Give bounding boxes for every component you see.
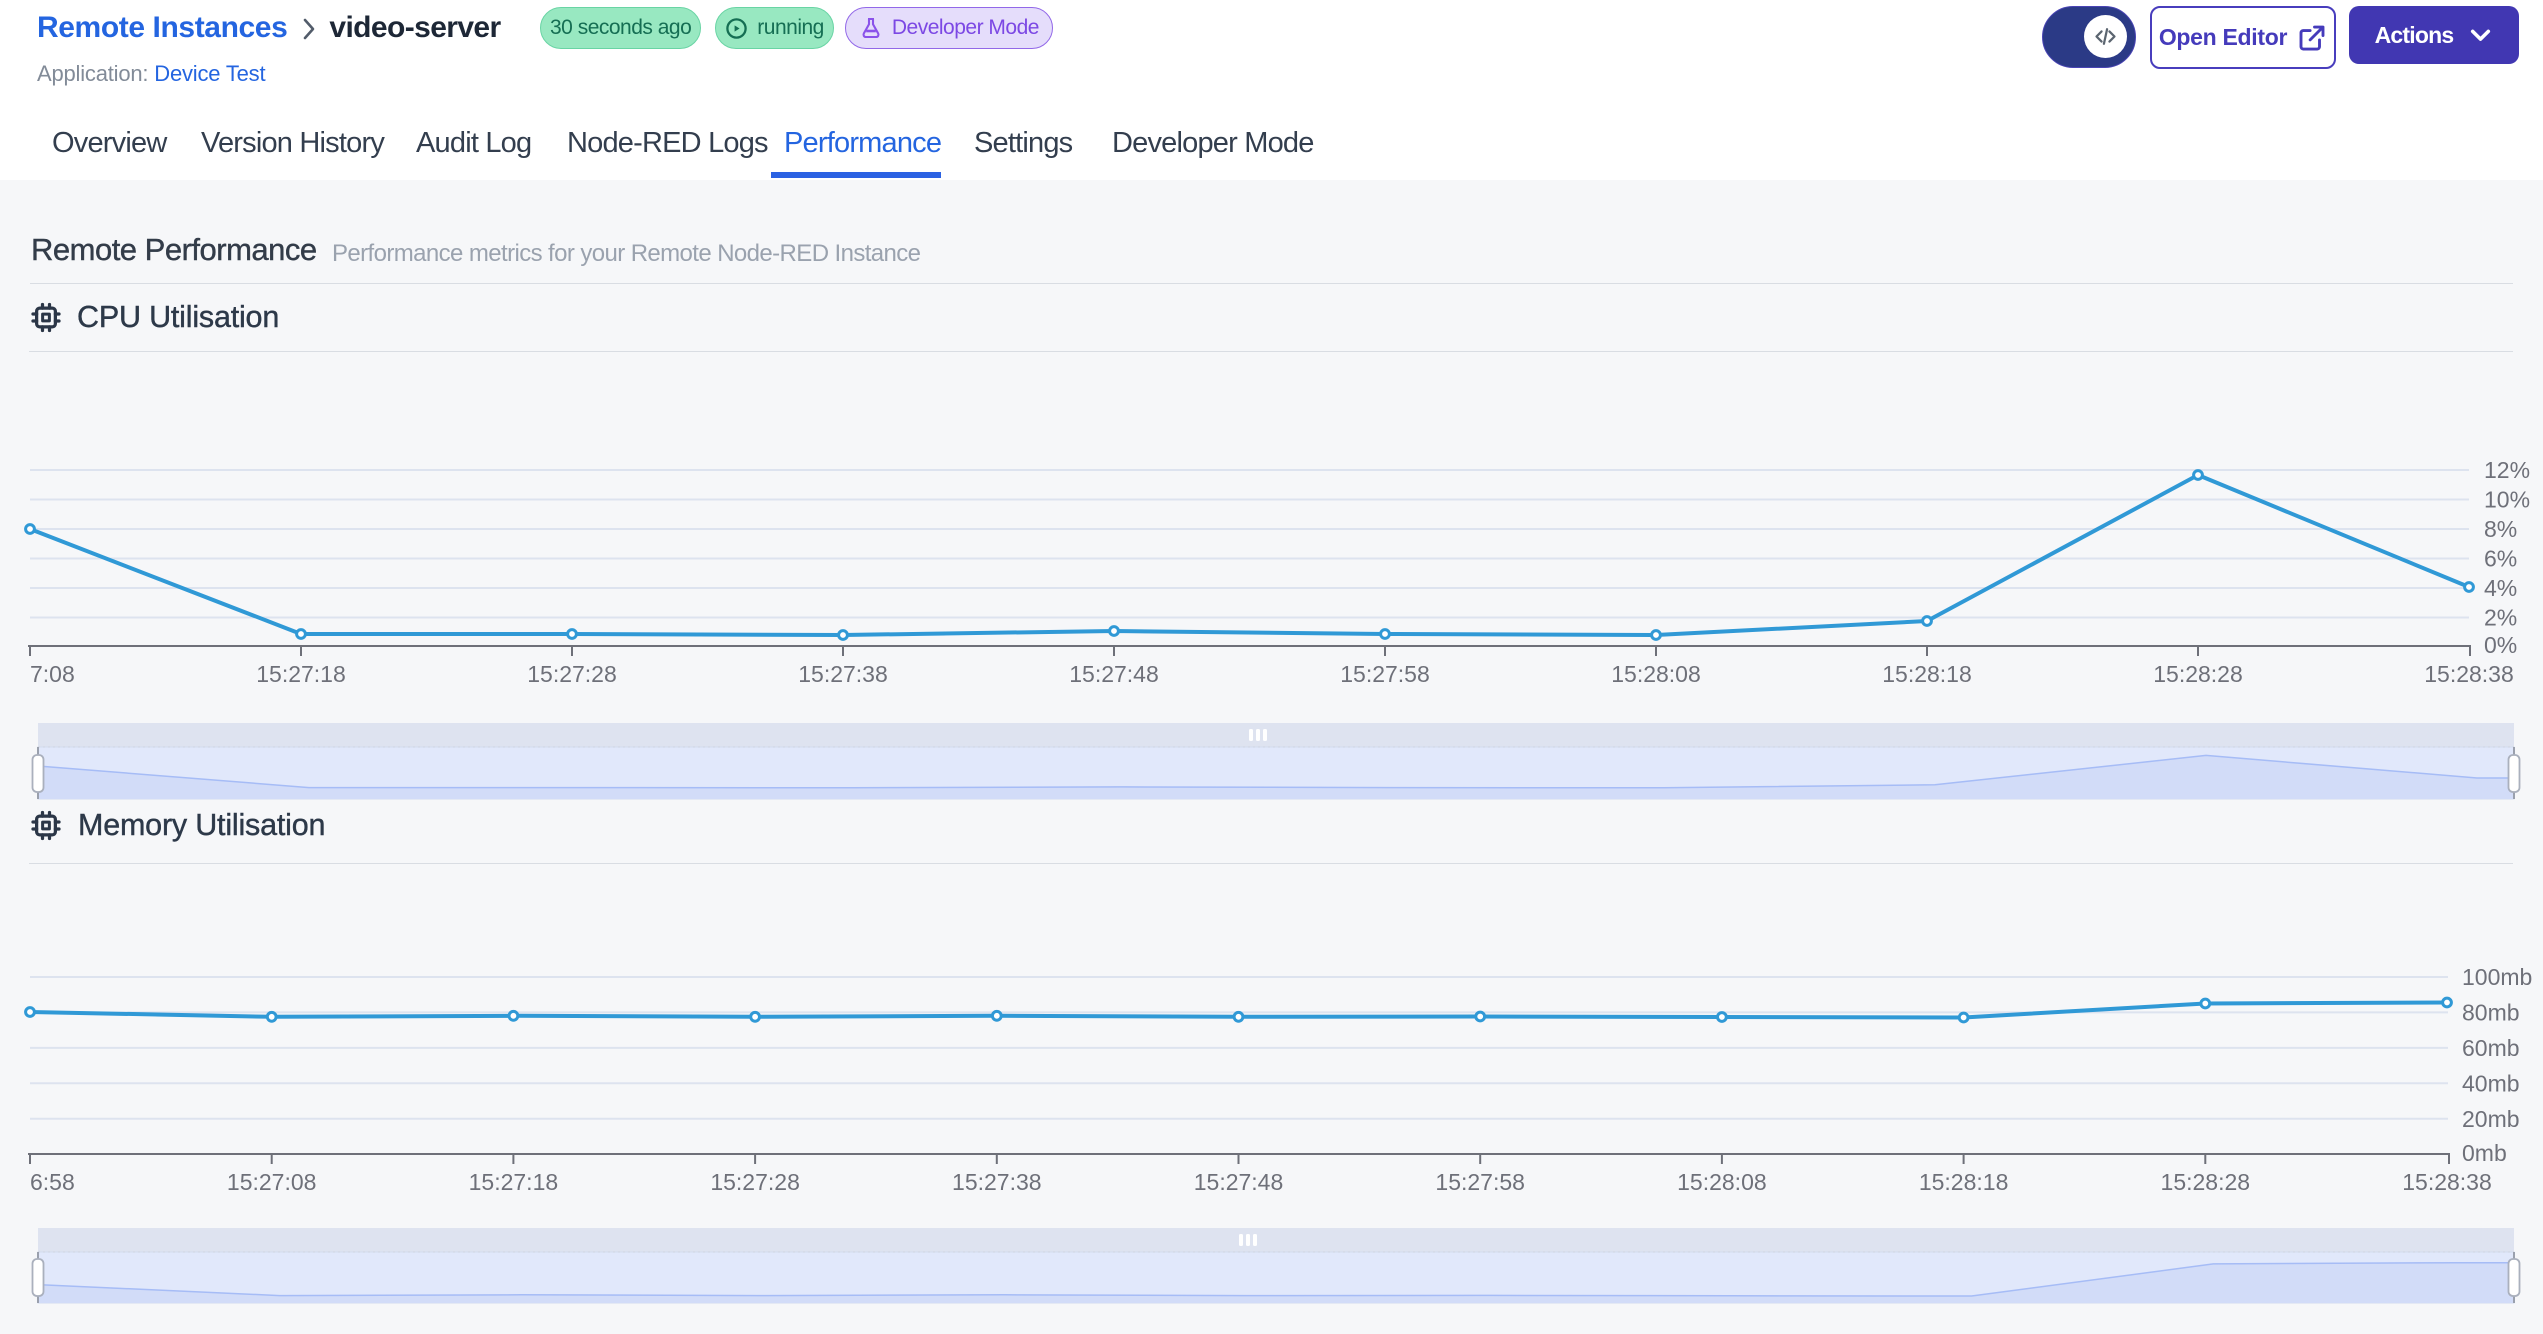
svg-text:100mb: 100mb — [2462, 964, 2532, 990]
svg-text:15:28:28: 15:28:28 — [2153, 661, 2243, 687]
svg-text:20mb: 20mb — [2462, 1106, 2520, 1132]
svg-text:8%: 8% — [2484, 516, 2517, 542]
svg-text:15:27:08: 15:27:08 — [227, 1169, 317, 1195]
svg-text:15:28:08: 15:28:08 — [1677, 1169, 1767, 1195]
svg-text:6:58: 6:58 — [30, 1169, 75, 1195]
svg-text:15:28:08: 15:28:08 — [1611, 661, 1701, 687]
svg-text:15:27:18: 15:27:18 — [469, 1169, 559, 1195]
svg-text:15:27:38: 15:27:38 — [952, 1169, 1042, 1195]
svg-text:15:27:38: 15:27:38 — [798, 661, 888, 687]
svg-text:15:27:28: 15:27:28 — [527, 661, 617, 687]
svg-text:7:08: 7:08 — [30, 661, 75, 687]
svg-text:40mb: 40mb — [2462, 1070, 2520, 1096]
svg-text:10%: 10% — [2484, 487, 2530, 513]
svg-text:0mb: 0mb — [2462, 1140, 2507, 1166]
svg-text:12%: 12% — [2484, 457, 2530, 483]
svg-text:15:28:38: 15:28:38 — [2424, 661, 2514, 687]
svg-text:15:27:28: 15:27:28 — [710, 1169, 800, 1195]
svg-text:60mb: 60mb — [2462, 1035, 2520, 1061]
svg-text:6%: 6% — [2484, 546, 2517, 572]
svg-text:15:27:18: 15:27:18 — [256, 661, 346, 687]
svg-text:15:27:58: 15:27:58 — [1435, 1169, 1525, 1195]
svg-text:15:28:18: 15:28:18 — [1919, 1169, 2009, 1195]
svg-text:2%: 2% — [2484, 605, 2517, 631]
svg-text:0%: 0% — [2484, 632, 2517, 658]
svg-text:15:27:58: 15:27:58 — [1340, 661, 1430, 687]
svg-text:15:28:28: 15:28:28 — [2161, 1169, 2251, 1195]
svg-text:15:27:48: 15:27:48 — [1069, 661, 1159, 687]
svg-text:15:28:18: 15:28:18 — [1882, 661, 1972, 687]
svg-text:80mb: 80mb — [2462, 999, 2520, 1025]
svg-text:15:28:38: 15:28:38 — [2402, 1169, 2492, 1195]
svg-text:15:27:48: 15:27:48 — [1194, 1169, 1284, 1195]
svg-text:4%: 4% — [2484, 575, 2517, 601]
